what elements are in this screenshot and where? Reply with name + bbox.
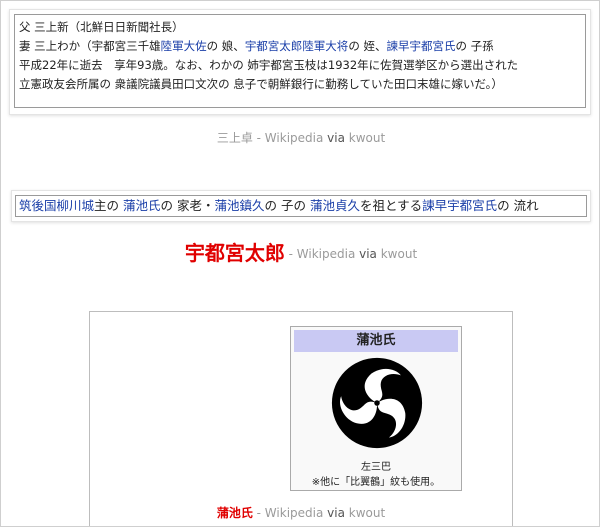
lineage-text-3: の 子の	[264, 198, 310, 213]
link-yanagawa-castle[interactable]: 筑後国柳川城	[19, 198, 94, 213]
lineage-text-4: を祖とする	[359, 198, 423, 213]
caption-via: via	[359, 247, 377, 261]
kwout-link[interactable]: kwout	[377, 247, 417, 261]
link-utsunomiya-taro[interactable]: 宇都宮太郎	[245, 39, 303, 53]
wife-text-3: の 姪、	[348, 39, 387, 53]
kwout-link[interactable]: kwout	[345, 506, 385, 520]
caption-utsunomiya-title[interactable]: 宇都宮太郎	[185, 241, 285, 265]
kwout-frame: 父 三上新（北鮮日日新聞社長） 妻 三上わか（宇都宮三千雄陸軍大佐の 娘、宇都宮…	[0, 0, 600, 527]
mon-note: ※他に「比翼鶴」紋も使用。	[311, 477, 441, 488]
clip-utsunomiya-content: 筑後国柳川城主の 蒲池氏の 家老・蒲池鎮久の 子の 蒲池貞久を祖とする諫早宇都宮…	[15, 195, 587, 217]
kwout-link[interactable]: kwout	[345, 131, 385, 145]
lineage-text-2: の 家老・	[160, 198, 215, 213]
death-line: 平成22年に逝去 享年93歳。なお、わかの 姉宇都宮玉枝は1932年に佐賀選挙区…	[19, 58, 519, 72]
caption-sep: - Wikipedia	[252, 131, 328, 145]
mitsudomoe-icon[interactable]	[331, 357, 423, 449]
caption-kamachi: 蒲池氏 - Wikipedia via kwout	[90, 504, 512, 521]
caption-via: via	[327, 131, 345, 145]
clip-mikami[interactable]: 父 三上新（北鮮日日新聞社長） 妻 三上わか（宇都宮三千雄陸軍大佐の 娘、宇都宮…	[9, 9, 591, 115]
caption-sep: - Wikipedia	[252, 506, 328, 520]
caption-via: via	[327, 506, 345, 520]
infobox-title: 蒲池氏	[294, 330, 458, 352]
clip-kamachi[interactable]: 蒲池氏 左三巴 ※他に「比翼鶴」紋も使用。 蒲池氏 - Wikipedia vi…	[89, 311, 513, 526]
marriage-line: 立憲政友会所属の 衆議院議員田口文次の 息子で朝鮮銀行に勤務していた田口末雄に嫁…	[19, 77, 503, 91]
caption-utsunomiya: 宇都宮太郎 - Wikipedia via kwout	[1, 237, 599, 266]
father-line: 父 三上新（北鮮日日新聞社長）	[19, 20, 184, 34]
lineage-text-1: 主の	[94, 198, 123, 213]
clip-mikami-content: 父 三上新（北鮮日日新聞社長） 妻 三上わか（宇都宮三千雄陸軍大佐の 娘、宇都宮…	[14, 14, 586, 108]
lineage-text-5: の 流れ	[497, 198, 539, 213]
link-kamachi-sadahisa[interactable]: 蒲池貞久	[310, 198, 360, 213]
link-kamachi-clan[interactable]: 蒲池氏	[123, 198, 161, 213]
link-isahaya-utsunomiya[interactable]: 諫早宇都宮氏	[386, 39, 455, 53]
clip-utsunomiya[interactable]: 筑後国柳川城主の 蒲池氏の 家老・蒲池鎮久の 子の 蒲池貞久を祖とする諫早宇都宮…	[11, 190, 591, 222]
caption-mikami: 三上卓 - Wikipedia via kwout	[1, 129, 599, 146]
link-army-colonel[interactable]: 陸軍大佐	[161, 39, 207, 53]
link-kamachi-shigehisa[interactable]: 蒲池鎮久	[215, 198, 265, 213]
wife-line: 妻 三上わか（宇都宮三千雄陸軍大佐の 娘、宇都宮太郎陸軍大将の 姪、諫早宇都宮氏…	[19, 37, 581, 56]
link-isahaya-utsunomiya-2[interactable]: 諫早宇都宮氏	[422, 198, 497, 213]
caption-mikami-title[interactable]: 三上卓	[217, 131, 253, 145]
mon-label: 左三巴	[361, 462, 391, 473]
link-army-general[interactable]: 陸軍大将	[302, 39, 348, 53]
wife-text-2: の 娘、	[206, 39, 245, 53]
infobox-kamachi: 蒲池氏 左三巴 ※他に「比翼鶴」紋も使用。	[290, 326, 462, 491]
wife-text-1: 妻 三上わか（宇都宮三千雄	[19, 39, 161, 53]
caption-kamachi-title[interactable]: 蒲池氏	[217, 506, 253, 520]
wife-text-4: の 子孫	[455, 39, 494, 53]
caption-sep: - Wikipedia	[284, 247, 360, 261]
